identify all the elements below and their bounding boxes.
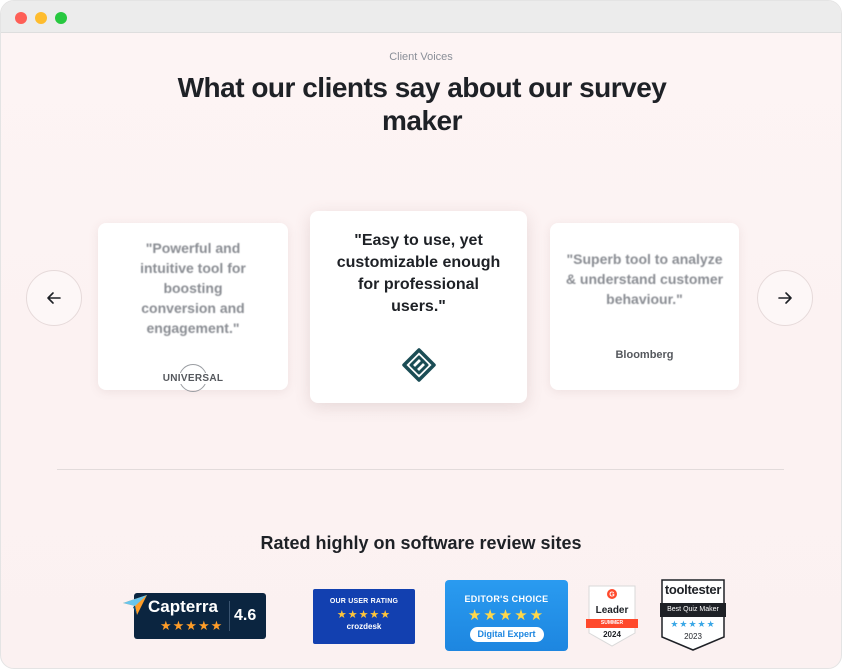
g2-season: SUMMER [586,619,638,628]
close-window-button[interactable] [15,12,27,24]
g2-label: Leader [595,605,629,616]
testimonial-card: "Superb tool to analyze & understand cus… [550,223,739,390]
capterra-badge[interactable]: Capterra ★★★★★ 4.6 [123,593,266,639]
testimonial-quote: "Powerful and intuitive tool for boostin… [140,240,246,336]
universal-logo-text: UNIVERSAL [161,372,225,384]
svg-text:G: G [609,592,615,599]
editors-choice-badge[interactable]: EDITOR'S CHOICE ★★★★★ Digital Expert [445,580,568,651]
diamond-logo-icon [401,348,436,382]
bloomberg-logo: Bloomberg [615,349,674,361]
editors-choice-title: EDITOR'S CHOICE [464,594,549,604]
section-eyebrow: Client Voices [389,51,453,63]
g2-leader-badge[interactable]: G Leader SUMMER 2024 [586,585,638,647]
testimonial-card: "Powerful and intuitive tool for boostin… [98,223,288,392]
crozdesk-title: OUR USER RATING [329,598,399,605]
ratings-heading: Rated highly on software review sites [260,533,582,553]
crozdesk-stars: ★★★★★ [336,609,392,621]
editors-choice-pill: Digital Expert [469,627,544,642]
window-titlebar [1,1,841,33]
section-headline: What our clients say about our survey ma… [177,72,667,136]
capterra-score: 4.6 [234,607,257,624]
carousel-next-button[interactable] [757,270,813,326]
universal-logo: UNIVERSAL [161,364,225,392]
capterra-flag-icon [123,595,147,615]
testimonial-card-active: "Easy to use, yet customizable enough fo… [310,211,527,403]
section-divider [57,469,784,470]
tooltester-name: tooltester [664,582,722,597]
capterra-name: Capterra [148,597,218,616]
minimize-window-button[interactable] [35,12,47,24]
capterra-separator [229,601,230,631]
editors-choice-stars: ★★★★★ [467,607,546,624]
tooltester-award: Best Quiz Maker [660,603,726,617]
arrow-left-icon [47,292,61,304]
carousel-prev-button[interactable] [26,270,82,326]
tooltester-year: 2023 [684,632,702,641]
crozdesk-brand: crozdesk [346,622,382,631]
crozdesk-badge[interactable]: OUR USER RATING ★★★★★ crozdesk [313,589,415,644]
tooltester-stars: ★★★★★ [670,619,716,629]
testimonial-quote: "Superb tool to analyze & understand cus… [565,251,724,307]
arrow-right-icon [778,292,792,304]
testimonial-quote: "Easy to use, yet customizable enough fo… [336,232,501,315]
capterra-stars: ★★★★★ [160,618,224,633]
tooltester-badge[interactable]: tooltester Best Quiz Maker ★★★★★ 2023 [660,579,726,651]
browser-window: Client Voices What our clients say about… [0,0,842,669]
maximize-window-button[interactable] [55,12,67,24]
g2-year: 2024 [603,630,621,639]
